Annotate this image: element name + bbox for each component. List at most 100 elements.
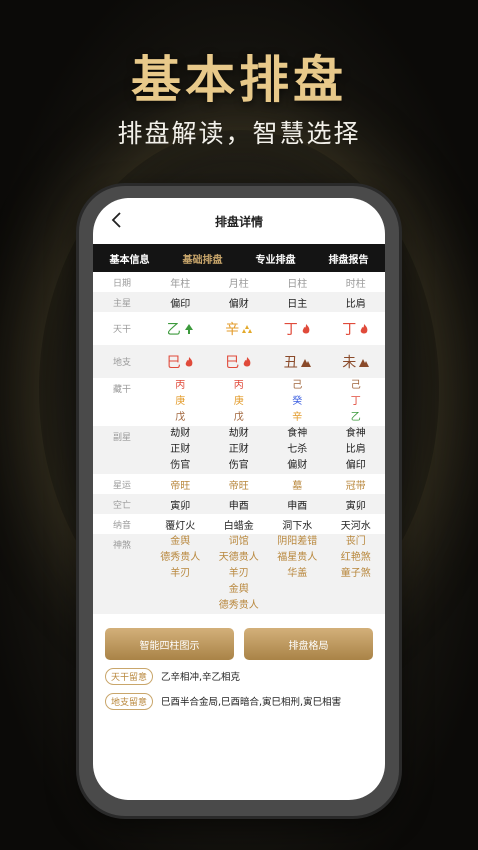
table-row-dizhi: 地支 巳 巳 丑 未 (93, 345, 385, 378)
hidden-stem: 丙 (175, 380, 186, 391)
table-cell: 比肩 (326, 292, 385, 312)
table-cell: 辛 (210, 312, 269, 345)
tab-basic-info[interactable]: 基本信息 (93, 251, 166, 266)
col-header: 日柱 (287, 278, 308, 290)
spirit-star: 德秀贵人 (218, 600, 259, 611)
hidden-stem: 丙 (233, 380, 244, 391)
branch-char: 巳 (225, 354, 240, 371)
tab-basic-chart[interactable]: 基础排盘 (166, 251, 239, 266)
table-cell: 未 (326, 345, 385, 378)
tab-chart-report[interactable]: 排盘报告 (312, 251, 385, 266)
hidden-stem: 己 (292, 380, 303, 391)
note-row-stems: 天干留意 乙辛相冲,辛乙相克 (93, 667, 385, 685)
hidden-stem: 庚 (233, 396, 244, 407)
table-cell: 金舆 德秀贵人 羊刃 (151, 534, 210, 614)
table-cell: 己 癸 辛 (268, 378, 327, 426)
sub-star: 正财 (170, 444, 191, 455)
table-cell: 寅卯 (326, 494, 385, 514)
hidden-stem: 戊 (175, 412, 186, 423)
note-tag: 天干留意 (105, 667, 154, 685)
spirit-star: 羊刃 (170, 568, 191, 579)
hidden-stem: 癸 (292, 396, 303, 407)
table-row-xingyun: 星运 帝旺 帝旺 墓 冠带 (93, 474, 385, 494)
table-cell: 丙 庚 戊 (210, 378, 269, 426)
stem-char: 丁 (342, 321, 357, 338)
row-label: 纳音 (112, 520, 131, 531)
hidden-stem: 庚 (175, 396, 186, 407)
sub-star: 食神 (287, 428, 308, 439)
row-label: 天干 (112, 325, 131, 335)
col-header: 时柱 (345, 278, 366, 290)
spirit-star: 阴阳差错 (277, 536, 318, 547)
table-cell: 申酉 (268, 494, 327, 514)
spirit-star: 羊刃 (228, 568, 249, 579)
sub-star: 伤官 (170, 460, 191, 471)
row-label: 神煞 (93, 534, 151, 614)
row-label: 地支 (93, 345, 151, 378)
nav-bar: 排盘详情 (93, 198, 385, 244)
fire-icon (243, 356, 251, 366)
table-cell: 日主 (268, 292, 327, 312)
note-row-branches: 地支留意 巳酉半合金局,巳酉暗合,寅巳相刑,寅巳相害 (93, 692, 385, 710)
col-header: 年柱 (170, 278, 191, 290)
table-row-canggan: 藏干 丙 庚 戊 丙 庚 戊 己 癸 辛 己 丁 乙 (93, 378, 385, 426)
stem-char: 辛 (225, 321, 240, 338)
branch-char: 巳 (166, 354, 181, 371)
gold-icon (242, 324, 253, 333)
chart-pattern-button[interactable]: 排盘格局 (244, 628, 373, 660)
page-title: 排盘详情 (214, 214, 263, 229)
spirit-star: 童子煞 (340, 568, 371, 579)
hero-title: 基本排盘 (131, 51, 347, 109)
table-cell: 乙 (151, 312, 210, 345)
table-cell: 帝旺 (170, 480, 191, 492)
spirit-star: 德秀贵人 (160, 552, 201, 563)
table-cell: 墓 (292, 480, 303, 492)
table-cell: 丁 (268, 312, 327, 345)
spirit-star: 天德贵人 (218, 552, 259, 563)
stem-char: 丁 (283, 321, 298, 338)
note-tag: 地支留意 (105, 692, 154, 710)
bazi-table: 日期 年柱 月柱 日柱 时柱 主星 偏印 偏财 日主 比肩 天干 乙 辛 丁 丁… (93, 272, 385, 614)
action-buttons: 智能四柱图示 排盘格局 (93, 628, 385, 660)
table-cell: 丙 庚 戊 (151, 378, 210, 426)
table-row-nayin: 纳音 覆灯火 白蜡金 洞下水 天河水 (93, 514, 385, 534)
table-cell: 丁 (327, 312, 386, 345)
tree-icon (184, 323, 193, 334)
table-cell: 冠带 (345, 480, 366, 492)
table-cell: 寅卯 (151, 494, 210, 514)
sub-star: 比肩 (345, 444, 366, 455)
table-cell: 丧门 红艳煞 童子煞 (326, 534, 385, 614)
table-cell: 帝旺 (228, 480, 249, 492)
table-row-zhuxing: 主星 偏印 偏财 日主 比肩 (93, 292, 385, 312)
spirit-star: 丧门 (345, 536, 366, 547)
table-cell: 巳 (151, 345, 210, 378)
four-pillars-diagram-button[interactable]: 智能四柱图示 (105, 628, 234, 660)
branch-char: 丑 (283, 354, 298, 371)
col-header: 月柱 (228, 278, 249, 290)
spirit-star: 福星贵人 (277, 552, 318, 563)
table-cell: 劫财 正财 伤官 (209, 426, 268, 474)
row-label: 藏干 (112, 385, 131, 395)
back-chevron-icon[interactable] (107, 210, 127, 230)
hero-subtitle: 排盘解读，智慧选择 (117, 119, 361, 148)
phone-screen: 排盘详情 基本信息 基础排盘 专业排盘 排盘报告 日期 年柱 月柱 日柱 时柱 … (93, 198, 385, 800)
table-cell: 己 丁 乙 (327, 378, 386, 426)
table-row-shensha: 神煞 金舆 德秀贵人 羊刃 词馆 天德贵人 羊刃 金舆 德秀贵人 阴阳差错 福星… (93, 534, 385, 614)
hidden-stem: 辛 (292, 412, 303, 423)
spirit-star: 词馆 (228, 536, 249, 547)
table-cell: 偏财 (209, 292, 268, 312)
tab-pro-chart[interactable]: 专业排盘 (239, 251, 312, 266)
table-row-fuxing: 副星 劫财 正财 伤官 劫财 正财 伤官 食神 七杀 偏财 食神 比肩 偏印 (93, 426, 385, 474)
sub-star: 劫财 (228, 428, 249, 439)
sub-star: 劫财 (170, 428, 191, 439)
mountain-icon (359, 358, 370, 367)
sub-star: 伤官 (228, 460, 249, 471)
spirit-star: 金舆 (228, 584, 249, 595)
fire-icon (360, 323, 368, 333)
table-cell: 偏印 (151, 292, 210, 312)
table-cell: 丑 (268, 345, 327, 378)
row-label: 日期 (112, 278, 131, 289)
row-label: 星运 (112, 480, 131, 491)
table-row-kongwang: 空亡 寅卯 申酉 申酉 寅卯 (93, 494, 385, 514)
row-label: 副星 (93, 426, 151, 474)
